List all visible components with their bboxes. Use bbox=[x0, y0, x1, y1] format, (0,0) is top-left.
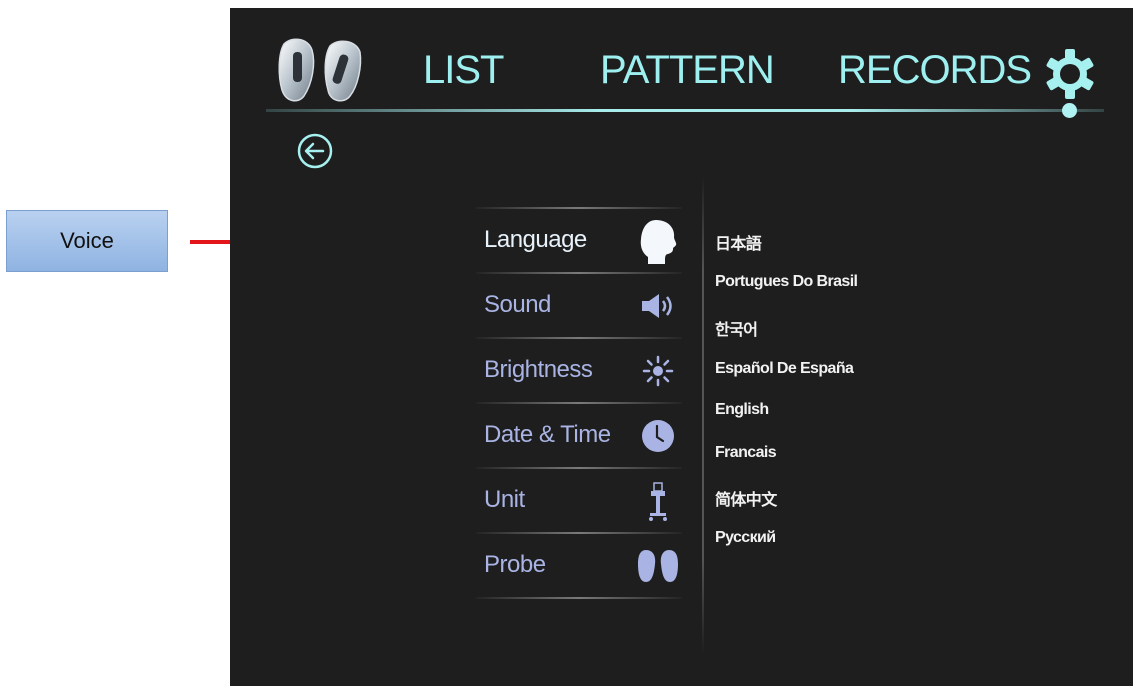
language-option-japanese[interactable]: 日本語 bbox=[715, 230, 762, 254]
settings-menu: Language Sound Brightness Date & Time Un… bbox=[476, 207, 682, 599]
language-option-english[interactable]: English bbox=[715, 401, 769, 419]
gear-icon[interactable] bbox=[1042, 46, 1098, 102]
column-divider bbox=[702, 176, 704, 654]
menu-item-language[interactable]: Language bbox=[476, 209, 682, 272]
tab-records[interactable]: RECORDS bbox=[838, 48, 1032, 93]
probes-icon bbox=[638, 550, 678, 582]
menu-item-date-time[interactable]: Date & Time bbox=[476, 404, 682, 467]
active-tab-indicator bbox=[1062, 103, 1077, 118]
menu-item-unit[interactable]: Unit bbox=[476, 469, 682, 532]
menu-item-label: Language bbox=[484, 226, 587, 253]
menu-item-label: Sound bbox=[484, 291, 551, 318]
language-option-russian[interactable]: Русский bbox=[715, 529, 776, 547]
head-profile-icon bbox=[640, 220, 677, 264]
voice-callout-box: Voice bbox=[6, 210, 168, 272]
menu-item-label: Probe bbox=[484, 551, 546, 578]
menu-item-probe[interactable]: Probe bbox=[476, 534, 682, 597]
nav-underline bbox=[266, 109, 1104, 112]
tab-list[interactable]: LIST bbox=[423, 48, 504, 93]
menu-item-label: Unit bbox=[484, 486, 525, 513]
device-screen: LIST PATTERN RECORDS Language Sound Brig… bbox=[230, 8, 1133, 686]
clock-icon bbox=[642, 420, 674, 452]
menu-item-label: Brightness bbox=[484, 356, 593, 383]
cart-icon bbox=[649, 482, 667, 521]
probe-pair-icon bbox=[278, 38, 362, 102]
menu-item-label: Date & Time bbox=[484, 421, 611, 448]
language-option-chinese[interactable]: 简体中文 bbox=[715, 486, 777, 510]
back-arrow-icon[interactable] bbox=[296, 132, 334, 170]
speaker-icon bbox=[642, 294, 672, 318]
sun-icon bbox=[642, 355, 674, 387]
tab-pattern[interactable]: PATTERN bbox=[600, 48, 775, 93]
menu-divider bbox=[476, 597, 682, 599]
language-option-spanish[interactable]: Español De España bbox=[715, 360, 854, 378]
voice-callout-label: Voice bbox=[60, 228, 114, 253]
top-navigation: LIST PATTERN RECORDS bbox=[230, 8, 1133, 128]
menu-item-brightness[interactable]: Brightness bbox=[476, 339, 682, 402]
language-option-french[interactable]: Francais bbox=[715, 444, 777, 462]
language-option-portuguese[interactable]: Portugues Do Brasil bbox=[715, 273, 858, 291]
menu-item-sound[interactable]: Sound bbox=[476, 274, 682, 337]
language-option-korean[interactable]: 한국어 bbox=[715, 316, 758, 340]
